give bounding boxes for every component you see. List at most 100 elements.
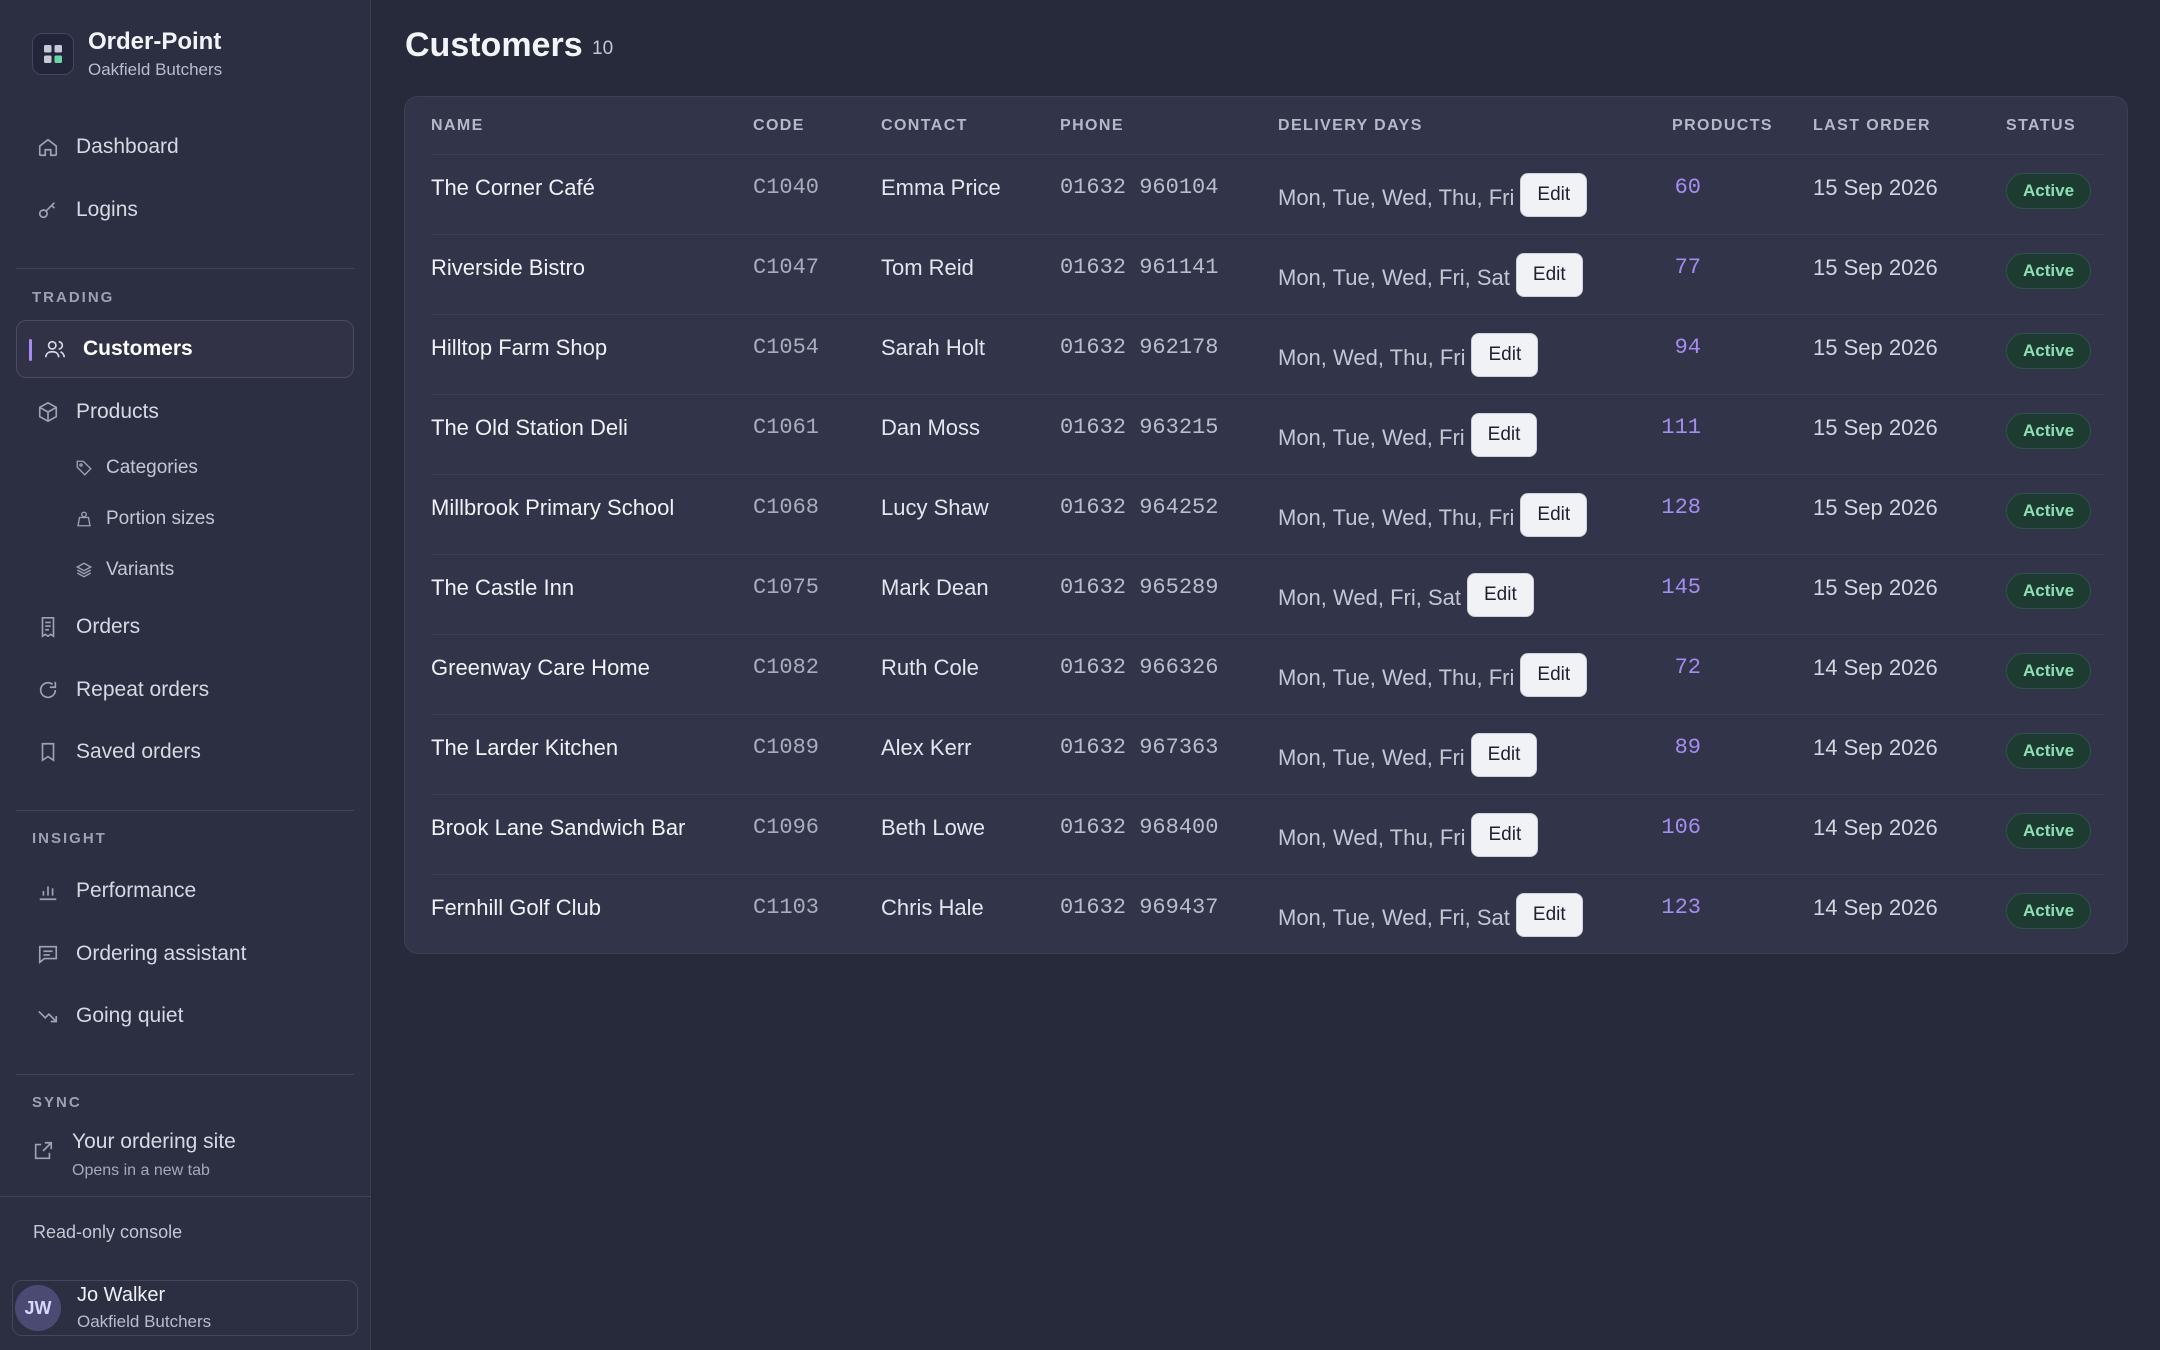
customer-name[interactable]: The Castle Inn bbox=[431, 575, 574, 601]
users-icon bbox=[43, 337, 67, 361]
edit-delivery-days-button[interactable]: Edit bbox=[1466, 573, 1534, 617]
ordering-site-link[interactable]: Your ordering site Opens in a new tab bbox=[32, 1128, 236, 1182]
last-order-date: 15 Sep 2026 bbox=[1813, 495, 1938, 520]
customer-name[interactable]: Millbrook Primary School bbox=[431, 495, 674, 521]
sidebar-item-customers[interactable]: Customers bbox=[16, 320, 354, 378]
customer-code: C1047 bbox=[753, 255, 820, 280]
customer-contact: Ruth Cole bbox=[881, 655, 979, 680]
sidebar-item-repeat-orders[interactable]: Repeat orders bbox=[16, 661, 354, 719]
sidebar-subitem-variants[interactable]: Variants bbox=[74, 550, 174, 590]
edit-delivery-days-button[interactable]: Edit bbox=[1470, 413, 1538, 457]
layers-icon bbox=[74, 560, 94, 580]
tag-icon bbox=[74, 458, 94, 478]
customer-code: C1089 bbox=[753, 735, 820, 760]
edit-delivery-days-button[interactable]: Edit bbox=[1520, 653, 1588, 697]
section-label-sync: SYNC bbox=[32, 1094, 82, 1111]
customer-contact: Alex Kerr bbox=[881, 735, 972, 760]
column-header-status[interactable]: STATUS bbox=[2006, 117, 2076, 135]
product-count: 60 bbox=[1674, 175, 1701, 200]
edit-delivery-days-button[interactable]: Edit bbox=[1520, 493, 1588, 537]
delivery-days: Mon, Tue, Wed, Thu, Fri bbox=[1278, 505, 1515, 530]
customer-phone: 01632 964252 bbox=[1060, 495, 1219, 520]
table-row[interactable]: Hilltop Farm Shop C1054 Sarah Holt 01632… bbox=[431, 314, 2103, 394]
table-row[interactable]: Greenway Care Home C1082 Ruth Cole 01632… bbox=[431, 634, 2103, 714]
sidebar-subitem-portion-sizes[interactable]: Portion sizes bbox=[74, 499, 215, 539]
sidebar-item-orders[interactable]: Orders bbox=[16, 598, 354, 656]
column-header-code[interactable]: CODE bbox=[753, 117, 805, 135]
user-org: Oakfield Butchers bbox=[77, 1312, 212, 1331]
bookmark-icon bbox=[36, 740, 60, 764]
sidebar-item-label: Products bbox=[76, 400, 159, 423]
table-row[interactable]: The Castle Inn C1075 Mark Dean 01632 965… bbox=[431, 554, 2103, 634]
sidebar-item-performance[interactable]: Performance bbox=[16, 862, 354, 920]
table-row[interactable]: The Corner Café C1040 Emma Price 01632 9… bbox=[431, 154, 2103, 234]
customer-contact: Emma Price bbox=[881, 175, 1001, 200]
customer-phone: 01632 968400 bbox=[1060, 815, 1219, 840]
column-header-phone[interactable]: PHONE bbox=[1060, 117, 1124, 135]
app-name: Order-Point bbox=[88, 28, 222, 55]
edit-delivery-days-button[interactable]: Edit bbox=[1471, 333, 1539, 377]
sidebar-item-label: Logins bbox=[76, 198, 138, 221]
table-row[interactable]: Brook Lane Sandwich Bar C1096 Beth Lowe … bbox=[431, 794, 2103, 874]
ordering-site-subtitle: Opens in a new tab bbox=[72, 1162, 210, 1179]
customer-name[interactable]: Greenway Care Home bbox=[431, 655, 650, 681]
customer-name[interactable]: Riverside Bistro bbox=[431, 255, 585, 281]
delivery-days-cell: Mon, Wed, Thu, Fri Edit bbox=[1278, 333, 1539, 377]
customer-name[interactable]: The Corner Café bbox=[431, 175, 595, 201]
brand[interactable]: Order-Point Oakfield Butchers bbox=[32, 24, 222, 84]
sidebar-item-products[interactable]: Products bbox=[16, 383, 354, 441]
customer-phone: 01632 967363 bbox=[1060, 735, 1219, 760]
edit-delivery-days-button[interactable]: Edit bbox=[1515, 893, 1583, 937]
delivery-days-cell: Mon, Wed, Thu, Fri Edit bbox=[1278, 813, 1539, 857]
table-row[interactable]: The Old Station Deli C1061 Dan Moss 0163… bbox=[431, 394, 2103, 474]
table-row[interactable]: Millbrook Primary School C1068 Lucy Shaw… bbox=[431, 474, 2103, 554]
customer-contact: Lucy Shaw bbox=[881, 495, 989, 520]
edit-delivery-days-button[interactable]: Edit bbox=[1520, 173, 1588, 217]
column-header-delivery-days[interactable]: DELIVERY DAYS bbox=[1278, 117, 1423, 135]
delivery-days-cell: Mon, Tue, Wed, Thu, Fri Edit bbox=[1278, 173, 1588, 217]
sidebar-item-saved-orders[interactable]: Saved orders bbox=[16, 723, 354, 781]
delivery-days: Mon, Wed, Thu, Fri bbox=[1278, 825, 1466, 850]
sidebar: Order-Point Oakfield Butchers Dashboard … bbox=[0, 0, 371, 1350]
status-badge: Active bbox=[2006, 733, 2092, 769]
customer-name[interactable]: Hilltop Farm Shop bbox=[431, 335, 607, 361]
edit-delivery-days-button[interactable]: Edit bbox=[1470, 733, 1538, 777]
table-row[interactable]: Fernhill Golf Club C1103 Chris Hale 0163… bbox=[431, 874, 2103, 954]
product-count: 123 bbox=[1661, 895, 1701, 920]
customer-name[interactable]: The Larder Kitchen bbox=[431, 735, 618, 761]
customer-name[interactable]: Brook Lane Sandwich Bar bbox=[431, 815, 685, 841]
product-count: 94 bbox=[1674, 335, 1701, 360]
delivery-days: Mon, Tue, Wed, Fri, Sat bbox=[1278, 905, 1510, 930]
sidebar-divider bbox=[16, 268, 354, 269]
customer-name[interactable]: The Old Station Deli bbox=[431, 415, 628, 441]
customer-contact: Chris Hale bbox=[881, 895, 984, 920]
app-grid-icon bbox=[32, 33, 74, 75]
sidebar-item-logins[interactable]: Logins bbox=[16, 181, 354, 239]
edit-delivery-days-button[interactable]: Edit bbox=[1515, 253, 1583, 297]
sidebar-item-label: Saved orders bbox=[76, 740, 201, 763]
sidebar-subitem-categories[interactable]: Categories bbox=[74, 448, 198, 488]
table-row[interactable]: Riverside Bistro C1047 Tom Reid 01632 96… bbox=[431, 234, 2103, 314]
column-header-contact[interactable]: CONTACT bbox=[881, 117, 968, 135]
customer-phone: 01632 962178 bbox=[1060, 335, 1219, 360]
delivery-days: Mon, Tue, Wed, Fri bbox=[1278, 425, 1465, 450]
sidebar-divider bbox=[16, 810, 354, 811]
customers-table: NAME CODE CONTACT PHONE DELIVERY DAYS PR… bbox=[404, 96, 2128, 954]
section-label-trading: TRADING bbox=[32, 289, 115, 306]
column-header-products[interactable]: PRODUCTS bbox=[1672, 117, 1773, 135]
edit-delivery-days-button[interactable]: Edit bbox=[1471, 813, 1539, 857]
status-badge: Active bbox=[2006, 893, 2092, 929]
sidebar-subitem-label: Portion sizes bbox=[106, 508, 215, 529]
column-header-last-order[interactable]: LAST ORDER bbox=[1813, 117, 1931, 135]
last-order-date: 14 Sep 2026 bbox=[1813, 895, 1938, 920]
sidebar-item-going-quiet[interactable]: Going quiet bbox=[16, 987, 354, 1045]
sidebar-item-dashboard[interactable]: Dashboard bbox=[16, 118, 354, 176]
sidebar-item-ordering-assistant[interactable]: Ordering assistant bbox=[16, 925, 354, 983]
table-row[interactable]: The Larder Kitchen C1089 Alex Kerr 01632… bbox=[431, 714, 2103, 794]
bar-chart-icon bbox=[36, 879, 60, 903]
customer-name[interactable]: Fernhill Golf Club bbox=[431, 895, 601, 921]
sidebar-item-label: Orders bbox=[76, 615, 141, 638]
user-card[interactable]: JW Jo Walker Oakfield Butchers bbox=[12, 1280, 358, 1336]
column-header-name[interactable]: NAME bbox=[431, 117, 484, 135]
customer-contact: Beth Lowe bbox=[881, 815, 985, 840]
